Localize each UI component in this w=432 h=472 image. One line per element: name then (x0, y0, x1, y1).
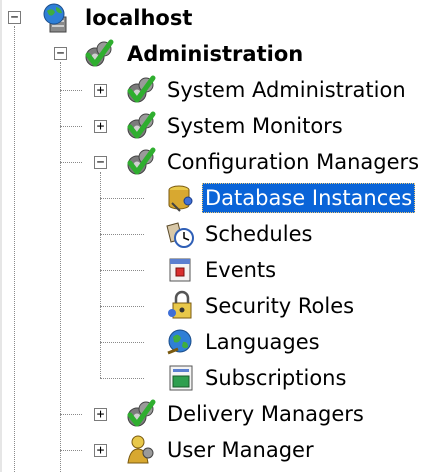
tree-node-label: Configuration Managers (167, 150, 420, 174)
tree-connector (100, 342, 144, 343)
tree-connector (60, 126, 82, 127)
globe-language-icon (167, 329, 192, 355)
tree-left-border (0, 0, 2, 472)
tree-node-schedules[interactable]: Schedules (202, 216, 315, 252)
tree-connector (100, 306, 144, 307)
tree-connector (100, 234, 144, 235)
tree-node-label: localhost (85, 6, 193, 30)
tree-connector (100, 378, 144, 379)
globe-server-icon (43, 3, 67, 33)
tree-node-subscriptions[interactable]: Subscriptions (202, 360, 349, 396)
expander-expand[interactable]: + (94, 120, 107, 133)
tree-node-configuration-managers[interactable]: Configuration Managers (164, 144, 422, 180)
tree-connector (60, 414, 82, 415)
tree-view: − localhost − Administration + System Ad… (0, 0, 432, 472)
tree-node-label: System Administration (167, 78, 406, 102)
security-key-icon (168, 290, 192, 319)
tree-node-label: Languages (205, 330, 320, 354)
tree-node-label: Database Instances (202, 183, 416, 213)
green-check-gear-icon (85, 39, 114, 67)
tree-node-security-roles[interactable]: Security Roles (202, 288, 357, 324)
tree-node-events[interactable]: Events (202, 252, 279, 288)
tree-connector (60, 62, 61, 472)
green-check-gear-icon (127, 75, 156, 103)
green-check-gear-icon (127, 111, 156, 139)
tree-connector (14, 26, 15, 472)
green-check-gear-icon (127, 399, 156, 427)
tree-connector (100, 270, 144, 271)
expander-expand[interactable]: + (94, 84, 107, 97)
tree-connector (60, 90, 82, 91)
tree-node-label: Schedules (205, 222, 313, 246)
tree-connector (100, 172, 101, 378)
tree-node-label: Events (205, 258, 277, 282)
expander-collapse[interactable]: − (8, 11, 21, 24)
tree-node-languages[interactable]: Languages (202, 324, 323, 360)
subscription-screen-icon (169, 365, 193, 391)
tree-node-localhost[interactable]: localhost (82, 0, 195, 36)
expander-collapse[interactable]: − (94, 156, 107, 169)
green-check-gear-icon (127, 147, 156, 175)
tree-node-label: Subscriptions (205, 366, 347, 390)
tree-node-label: Security Roles (205, 294, 355, 318)
tree-node-label: Administration (127, 42, 304, 66)
expander-expand[interactable]: + (94, 408, 107, 421)
tree-node-administration[interactable]: Administration (124, 36, 306, 72)
event-calendar-icon (169, 258, 191, 282)
expander-collapse[interactable]: − (54, 47, 67, 60)
tree-node-user-manager[interactable]: User Manager (164, 432, 317, 468)
tree-connector (60, 450, 82, 451)
tree-node-database-instances[interactable]: Database Instances (202, 180, 416, 216)
user-manager-icon (127, 435, 154, 464)
tree-connector (60, 162, 82, 163)
tree-node-system-monitors[interactable]: System Monitors (164, 108, 346, 144)
expander-expand[interactable]: + (94, 444, 107, 457)
tree-node-label: User Manager (167, 438, 314, 462)
schedule-clock-icon (166, 222, 194, 248)
tree-node-label: Delivery Managers (167, 402, 364, 426)
tree-connector (100, 198, 144, 199)
tree-node-label: System Monitors (167, 114, 343, 138)
tree-node-system-administration[interactable]: System Administration (164, 72, 409, 108)
database-key-icon (168, 185, 193, 212)
tree-node-delivery-managers[interactable]: Delivery Managers (164, 396, 367, 432)
